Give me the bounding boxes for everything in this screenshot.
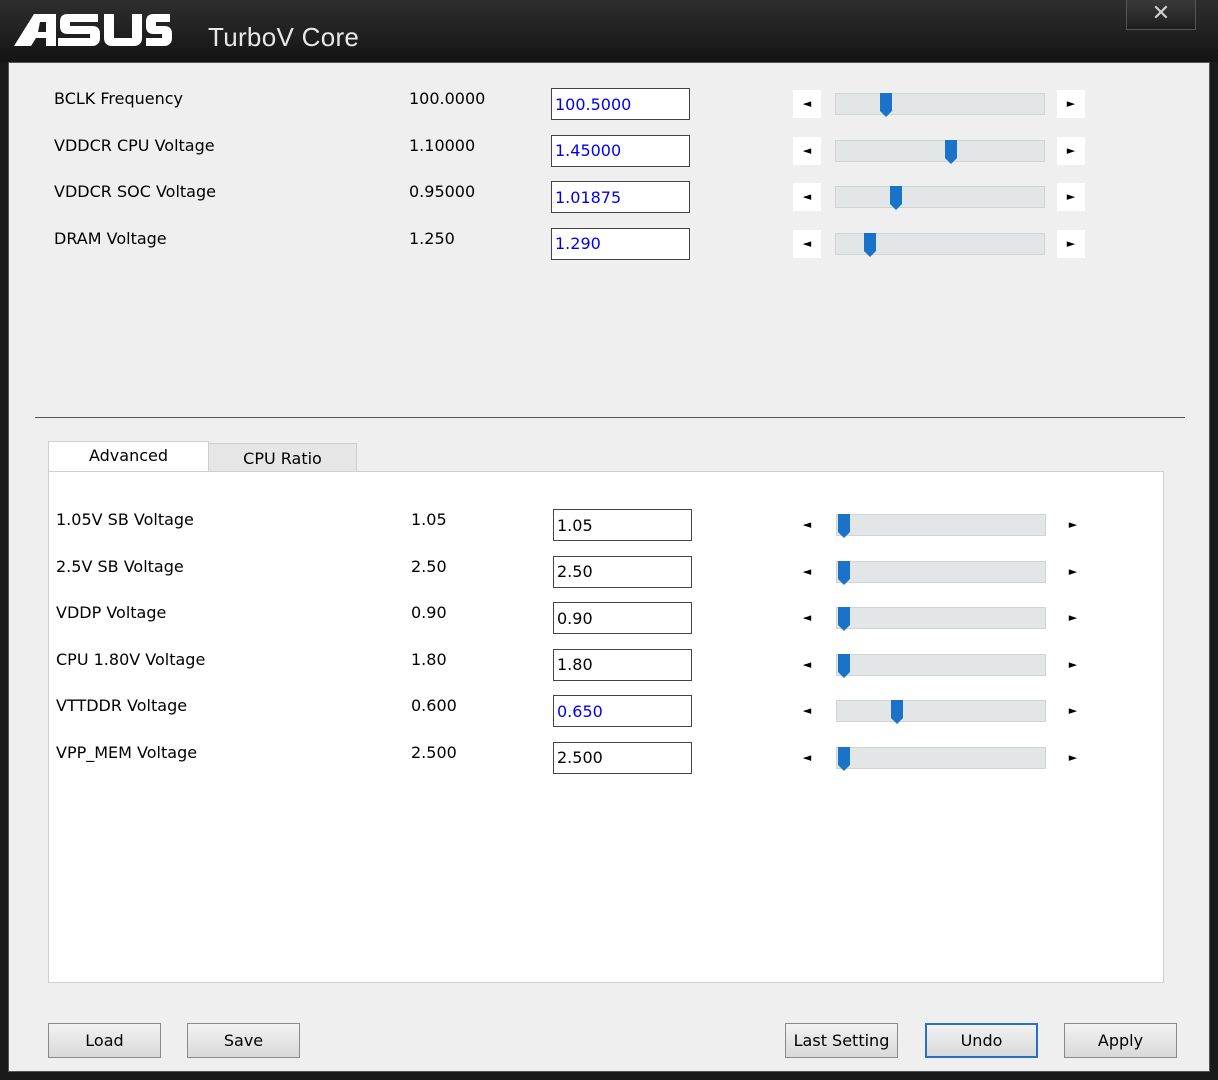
right-arrow-icon[interactable]: ► (1057, 183, 1085, 211)
right-arrow-icon[interactable]: ► (1059, 604, 1087, 632)
right-arrow-icon[interactable]: ► (1059, 744, 1087, 772)
setting-row: VPP_MEM Voltage 2.500 ◄ ► (49, 741, 1163, 774)
slider-thumb[interactable] (863, 232, 877, 257)
slider-thumb[interactable] (837, 607, 851, 631)
setting-label: 2.5V SB Voltage (56, 556, 184, 576)
setting-label: BCLK Frequency (54, 89, 184, 108)
left-arrow-icon[interactable]: ◄ (793, 744, 821, 772)
undo-button[interactable]: Undo (925, 1023, 1038, 1058)
left-arrow-icon[interactable]: ◄ (793, 183, 821, 211)
setting-row: CPU 1.80V Voltage 1.80 ◄ ► (49, 648, 1163, 681)
slider-thumb[interactable] (889, 186, 903, 210)
current-value: 0.95000 (409, 182, 476, 201)
setting-label: VDDP Voltage (56, 603, 167, 622)
value-input[interactable] (551, 134, 690, 167)
current-value: 1.05 (411, 510, 447, 529)
current-value: 2.50 (411, 556, 447, 576)
tab-advanced[interactable]: Advanced (48, 441, 209, 473)
setting-row: DRAM Voltage 1.250 ◄ ► (9, 227, 1209, 260)
value-input[interactable] (553, 555, 692, 588)
right-arrow-icon[interactable]: ► (1059, 651, 1087, 679)
setting-label: VTTDDR Voltage (56, 696, 188, 715)
slider-thumb[interactable] (837, 746, 851, 771)
value-input[interactable] (553, 695, 692, 727)
value-input[interactable] (553, 741, 692, 774)
setting-row: VDDP Voltage 0.90 ◄ ► (49, 602, 1163, 634)
right-arrow-icon[interactable]: ► (1059, 558, 1087, 586)
value-input[interactable] (553, 648, 692, 681)
left-arrow-icon[interactable]: ◄ (793, 136, 821, 165)
value-slider[interactable] (836, 514, 1046, 538)
right-arrow-icon[interactable]: ► (1057, 136, 1085, 165)
left-arrow-icon[interactable]: ◄ (793, 90, 821, 118)
slider-thumb[interactable] (890, 700, 904, 724)
slider-thumb[interactable] (944, 139, 958, 164)
value-input[interactable] (551, 181, 690, 213)
value-slider[interactable] (835, 93, 1045, 117)
left-arrow-icon[interactable]: ◄ (793, 511, 821, 539)
app-title: TurboV Core (208, 22, 360, 52)
last-setting-button[interactable]: Last Setting (785, 1023, 898, 1058)
section-divider (35, 417, 1185, 418)
value-slider[interactable] (835, 232, 1045, 257)
right-arrow-icon[interactable]: ► (1057, 90, 1085, 118)
close-button[interactable]: ✕ (1126, 0, 1196, 30)
setting-row: VDDCR SOC Voltage 0.95000 ◄ ► (9, 181, 1209, 213)
left-arrow-icon[interactable]: ◄ (793, 229, 821, 258)
value-slider[interactable] (836, 560, 1046, 585)
left-arrow-icon[interactable]: ◄ (793, 651, 821, 679)
current-value: 0.90 (411, 603, 447, 622)
load-button[interactable]: Load (48, 1023, 161, 1058)
asus-logo (14, 14, 172, 46)
current-value: 1.250 (409, 228, 455, 248)
slider-thumb[interactable] (879, 93, 893, 117)
slider-thumb[interactable] (837, 514, 851, 538)
setting-label: 1.05V SB Voltage (56, 510, 194, 529)
value-slider[interactable] (836, 607, 1046, 631)
save-button[interactable]: Save (187, 1023, 300, 1058)
main-window: BCLK Frequency100.0000◄►VDDCR CPU Voltag… (8, 62, 1210, 1072)
advanced-panel: 1.05V SB Voltage1.05◄►2.5V SB Voltage2.5… (48, 471, 1164, 983)
slider-thumb[interactable] (837, 560, 851, 585)
setting-label: VDDCR SOC Voltage (54, 182, 216, 201)
current-value: 100.0000 (409, 89, 486, 108)
value-input[interactable] (551, 88, 690, 120)
current-value: 0.600 (411, 696, 457, 715)
setting-label: DRAM Voltage (54, 228, 167, 248)
setting-row: VDDCR CPU Voltage 1.10000 ◄ ► (9, 134, 1209, 167)
value-slider[interactable] (836, 653, 1046, 678)
value-input[interactable] (553, 509, 692, 541)
left-arrow-icon[interactable]: ◄ (793, 697, 821, 725)
current-value: 1.10000 (409, 135, 476, 155)
value-slider[interactable] (835, 186, 1045, 210)
right-arrow-icon[interactable]: ► (1059, 511, 1087, 539)
setting-row: BCLK Frequency 100.0000 ◄ ► (9, 88, 1209, 120)
setting-row: 2.5V SB Voltage 2.50 ◄ ► (49, 555, 1163, 588)
value-input[interactable] (553, 602, 692, 634)
setting-label: CPU 1.80V Voltage (56, 649, 206, 669)
value-slider[interactable] (835, 139, 1045, 164)
value-slider[interactable] (836, 746, 1046, 771)
current-value: 2.500 (411, 742, 457, 762)
value-input[interactable] (551, 227, 690, 260)
setting-row: VTTDDR Voltage 0.600 ◄ ► (49, 695, 1163, 727)
apply-button[interactable]: Apply (1064, 1023, 1177, 1058)
title-bar: TurboV Core ✕ (0, 0, 1218, 62)
setting-row: 1.05V SB Voltage 1.05 ◄ ► (49, 509, 1163, 541)
tab-cpu-ratio[interactable]: CPU Ratio (208, 443, 357, 473)
right-arrow-icon[interactable]: ► (1059, 697, 1087, 725)
value-slider[interactable] (836, 700, 1046, 724)
slider-thumb[interactable] (837, 653, 851, 678)
left-arrow-icon[interactable]: ◄ (793, 558, 821, 586)
left-arrow-icon[interactable]: ◄ (793, 604, 821, 632)
setting-label: VDDCR CPU Voltage (54, 135, 215, 155)
setting-label: VPP_MEM Voltage (56, 742, 198, 762)
current-value: 1.80 (411, 649, 447, 669)
right-arrow-icon[interactable]: ► (1057, 229, 1085, 258)
